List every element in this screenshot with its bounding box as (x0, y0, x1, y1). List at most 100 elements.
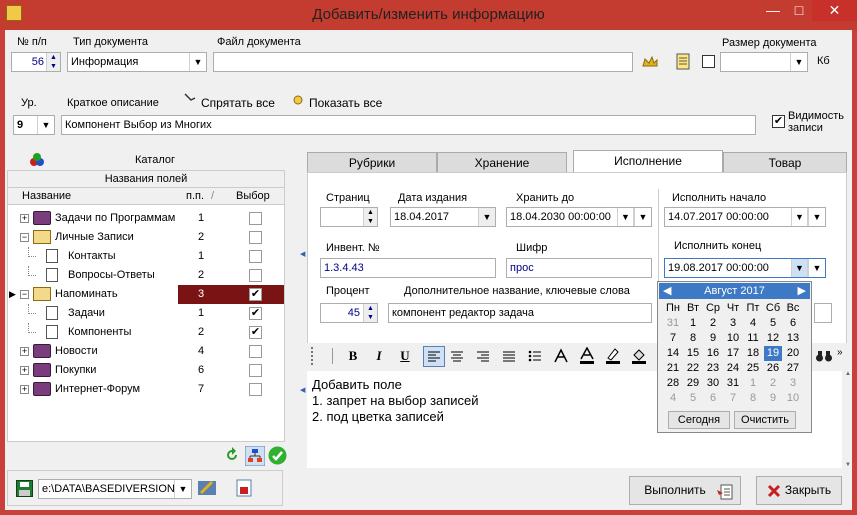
calendar-day[interactable]: 28 (664, 376, 682, 391)
row-checkbox[interactable] (249, 364, 262, 377)
tree-row[interactable]: + Интернет-Форум 7 (8, 380, 284, 399)
tree-row[interactable]: Компоненты 2 ✔ (8, 323, 284, 342)
tree-row[interactable]: + Новости 4 (8, 342, 284, 361)
font-color-icon[interactable] (579, 347, 595, 365)
calendar-day[interactable]: 25 (744, 361, 762, 376)
short-desc-input[interactable]: Компонент Выбор из Многих (61, 115, 756, 135)
calendar-day[interactable]: 26 (764, 361, 782, 376)
calendar-day[interactable]: 27 (784, 361, 802, 376)
calendar-day[interactable]: 2 (764, 376, 782, 391)
path-select[interactable]: e:\DATA\BASEDIVERSION ▼ (38, 479, 192, 499)
doctype-select[interactable]: Информация ▼ (67, 52, 207, 72)
calendar-day[interactable]: 1 (684, 316, 702, 331)
chevron-down-icon[interactable]: ▼ (791, 208, 808, 226)
editor-scrollbar[interactable]: ▲ ▼ (844, 371, 852, 468)
row-checkbox[interactable] (249, 269, 262, 282)
num-spinner[interactable]: 56 ▲ ▼ (11, 52, 61, 72)
calendar-day[interactable]: 20 (784, 346, 802, 361)
calendar-day[interactable]: 2 (704, 316, 722, 331)
splitter-handle[interactable]: ◀ (300, 250, 305, 258)
calendar-day[interactable]: 3 (724, 316, 742, 331)
save-disk-icon[interactable] (16, 480, 33, 497)
calendar-day[interactable]: 15 (684, 346, 702, 361)
tree-row[interactable]: + Покупки 6 (8, 361, 284, 380)
calendar-day[interactable]: 31 (724, 376, 742, 391)
calendar-day[interactable]: 1 (744, 376, 762, 391)
level-select[interactable]: 9 ▼ (13, 115, 55, 135)
row-checkbox[interactable]: ✔ (249, 326, 262, 339)
row-checkbox[interactable]: ✔ (249, 307, 262, 320)
expand-all-icon[interactable] (291, 92, 305, 106)
chevron-down-icon[interactable]: ▼ (791, 259, 808, 277)
calendar-day[interactable]: 10 (724, 331, 742, 346)
italic-button[interactable]: I (369, 346, 389, 366)
num-spin-arrows[interactable]: ▲ ▼ (46, 53, 60, 71)
calendar-day[interactable]: 12 (764, 331, 782, 346)
calendar-day[interactable]: 17 (724, 346, 742, 361)
calendar-day[interactable]: 31 (664, 316, 682, 331)
minimize-button[interactable]: — (760, 0, 786, 21)
check-circle-icon[interactable] (268, 446, 287, 465)
calendar-day[interactable]: 11 (744, 331, 762, 346)
cipher-input[interactable]: прос (506, 258, 652, 278)
splitter-handle-lower[interactable]: ◀ (300, 386, 305, 394)
row-checkbox[interactable] (249, 383, 262, 396)
show-all-button[interactable]: Показать все (309, 96, 382, 110)
exec-start-input[interactable]: 14.07.2017 00:00:00 ▼ ▼ (664, 207, 826, 227)
calendar-day[interactable]: 8 (684, 331, 702, 346)
file-input[interactable] (213, 52, 633, 72)
tree-row[interactable]: − Личные Записи 2 (8, 228, 284, 247)
date-picker-popup[interactable]: ◀ Август 2017 ▶ Пн Вт Ср Чт Пт Сб Вс 31 1 2 3 4 5 6 7 8… (657, 281, 812, 433)
calendar-day[interactable]: 10 (784, 391, 802, 406)
expander-icon[interactable]: − (20, 233, 29, 242)
calendar-day[interactable]: 13 (784, 331, 802, 346)
expander-icon[interactable]: + (20, 214, 29, 223)
collapse-all-icon[interactable] (183, 92, 197, 106)
bold-button[interactable]: B (343, 346, 363, 366)
chevron-down-icon-2[interactable]: ▼ (634, 208, 651, 226)
calendar-day[interactable]: 6 (784, 316, 802, 331)
highlight-icon[interactable] (605, 347, 621, 365)
chevron-down-icon[interactable]: ▼ (617, 208, 634, 226)
calendar-day[interactable]: 7 (664, 331, 682, 346)
col-num[interactable]: п.п. (186, 190, 204, 202)
calendar-day[interactable]: 14 (664, 346, 682, 361)
row-checkbox[interactable] (249, 212, 262, 225)
calendar-day[interactable]: 30 (704, 376, 722, 391)
underline-button[interactable]: U (395, 346, 415, 366)
keep-until-input[interactable]: 18.04.2030 00:00:00 ▼ ▼ (506, 207, 652, 227)
tree-row[interactable]: Задачи 1 ✔ (8, 304, 284, 323)
size-select[interactable]: ▼ (720, 52, 808, 72)
row-checkbox[interactable] (249, 345, 262, 358)
expander-icon[interactable]: + (20, 347, 29, 356)
font-icon[interactable] (553, 348, 569, 364)
expander-icon[interactable]: + (20, 385, 29, 394)
prev-month-button[interactable]: ◀ (663, 283, 671, 299)
pages-spin-arrows[interactable]: ▲ ▼ (363, 208, 377, 226)
calendar-day[interactable]: 6 (704, 391, 722, 406)
col-name[interactable]: Название (22, 190, 71, 202)
bullet-list-icon[interactable] (527, 349, 543, 363)
col-sort[interactable]: / (211, 190, 214, 202)
binoculars-icon[interactable] (815, 349, 833, 363)
today-button[interactable]: Сегодня (668, 411, 730, 429)
refresh-icon[interactable] (223, 446, 241, 464)
align-justify-icon[interactable] (501, 349, 517, 363)
row-checkbox[interactable] (249, 250, 262, 263)
execute-button[interactable]: Выполнить (629, 476, 741, 505)
calendar-day[interactable]: 5 (764, 316, 782, 331)
document-icon[interactable] (676, 53, 690, 70)
calendar-day[interactable]: 29 (684, 376, 702, 391)
pages-spinner[interactable]: ▲ ▼ (320, 207, 378, 227)
tab-goods[interactable]: Товар (723, 152, 847, 172)
calendar-day[interactable]: 23 (704, 361, 722, 376)
align-right-icon[interactable] (475, 349, 491, 363)
fill-color-icon[interactable] (631, 347, 647, 365)
toolbar-grip[interactable] (311, 347, 317, 365)
tree-row[interactable]: ▶ − Напоминать 3 ✔ (8, 285, 284, 304)
calendar-day[interactable]: 22 (684, 361, 702, 376)
calendar-day[interactable]: 7 (724, 391, 742, 406)
chevron-down-icon-2[interactable]: ▼ (808, 208, 825, 226)
chevron-down-icon[interactable]: ▼ (478, 208, 495, 226)
col-choice[interactable]: Выбор (236, 190, 270, 202)
